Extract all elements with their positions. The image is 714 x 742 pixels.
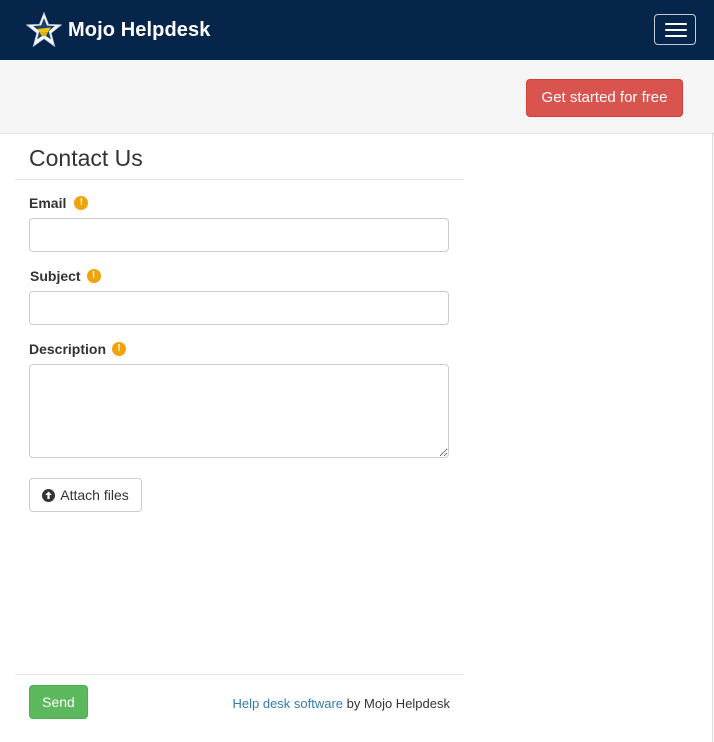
footer-credit-suffix: by Mojo Helpdesk — [346, 696, 450, 711]
upload-circle-icon — [42, 488, 56, 502]
panel-footer-divider — [15, 674, 464, 675]
attach-files-button[interactable]: Attach files — [29, 478, 142, 512]
subject-label-text: Subject — [30, 268, 81, 284]
brand-name: Mojo Helpdesk — [68, 18, 211, 41]
panel-divider — [15, 179, 464, 180]
email-label: Email ! — [29, 195, 89, 211]
email-label-text: Email — [29, 195, 67, 211]
top-navbar: Mojo Helpdesk — [0, 0, 714, 60]
subject-field[interactable] — [29, 291, 449, 325]
content-border — [712, 133, 713, 742]
brand-link[interactable]: Mojo Helpdesk — [25, 10, 211, 50]
cta-strip: Get started for free — [0, 60, 714, 134]
star-logo-icon — [25, 11, 63, 48]
description-label: Description ! — [29, 341, 127, 357]
send-button[interactable]: Send — [29, 685, 88, 719]
description-label-text: Description — [29, 341, 107, 357]
help-desk-software-link[interactable]: Help desk software — [232, 696, 343, 711]
page-title: Contact Us — [29, 145, 143, 171]
subject-label: Subject ! — [30, 268, 101, 284]
exclamation-circle-icon: ! — [74, 196, 89, 210]
description-field[interactable] — [29, 364, 449, 458]
get-started-button[interactable]: Get started for free — [526, 79, 683, 117]
email-field[interactable] — [29, 218, 449, 252]
exclamation-circle-icon: ! — [86, 269, 101, 283]
attach-files-label: Attach files — [60, 487, 129, 503]
footer-credit: Help desk software by Mojo Helpdesk — [232, 696, 450, 711]
exclamation-circle-icon: ! — [112, 342, 127, 356]
hamburger-menu-button[interactable] — [654, 14, 696, 45]
